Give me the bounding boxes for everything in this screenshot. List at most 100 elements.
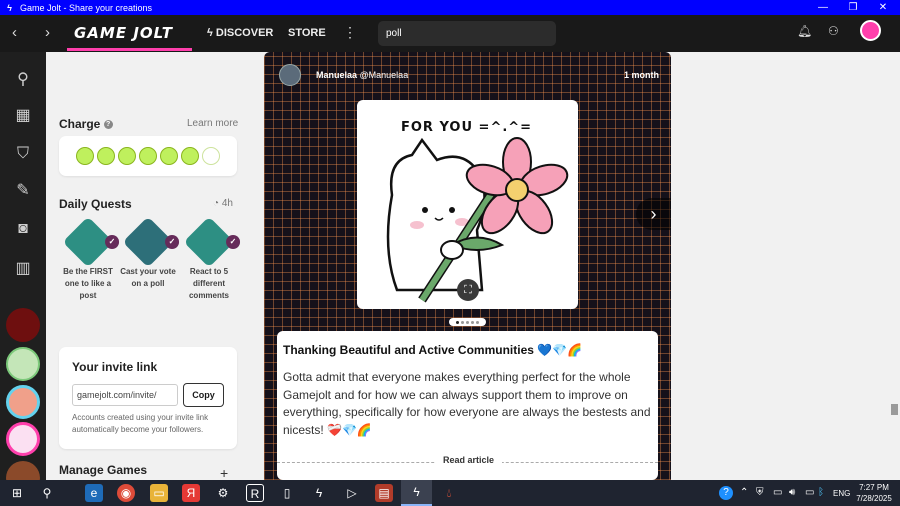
back-arrow-icon[interactable]: ‹ — [12, 24, 17, 41]
user-avatar[interactable] — [860, 20, 881, 41]
manage-games-title: Manage Games — [59, 463, 148, 477]
help-tray-icon[interactable]: ? — [719, 486, 733, 500]
slide-dot[interactable] — [461, 320, 464, 324]
library-icon[interactable]: ▥ — [11, 257, 35, 281]
community-bubble-1[interactable] — [6, 308, 40, 342]
yandex-icon[interactable]: Я — [182, 484, 200, 502]
clock[interactable]: 7:27 PM 7/28/2025 — [850, 482, 898, 504]
next-slide-arrow-icon[interactable]: › — [636, 198, 671, 230]
gamejolt-logo[interactable]: GAME JOLT — [74, 24, 173, 42]
post-author[interactable]: Manuelaa @Manuelaa — [316, 70, 408, 80]
charge-orb-full — [118, 147, 136, 165]
read-article-link[interactable]: Read article — [435, 455, 503, 465]
chrome-icon[interactable]: ◉ — [117, 484, 135, 502]
language-indicator[interactable]: ENG — [833, 489, 850, 498]
quest-heart-icon: ✓ — [62, 216, 120, 268]
minimize-button[interactable]: — — [808, 0, 838, 15]
chat-icon[interactable]: ◙ — [11, 217, 35, 241]
gamejolt-bolt-icon: ϟ — [413, 485, 420, 499]
invite-link-field[interactable]: gamejolt.com/invite/ — [72, 384, 178, 406]
slide-dot[interactable] — [466, 320, 469, 324]
community-bubble-2[interactable] — [6, 347, 40, 381]
quest-comment-icon: ✓ — [183, 216, 241, 268]
post-body: Thanking Beautiful and Active Communitie… — [277, 331, 658, 480]
search-input[interactable]: poll — [378, 21, 556, 46]
post-time: 1 month — [624, 70, 659, 80]
charge-orb-full — [76, 147, 94, 165]
discover-link[interactable]: ϟ DISCOVER — [207, 27, 273, 39]
daily-quests-title: Daily Quests — [59, 197, 132, 211]
forward-arrow-icon[interactable]: › — [45, 24, 50, 41]
community-bubble-3[interactable] — [6, 385, 40, 419]
winrar-icon[interactable]: ▤ — [375, 484, 393, 502]
check-icon: ✓ — [226, 235, 241, 249]
taskbar: ⊞ ⚲ e ◉ ▭ Я ⚙ R ▯ ϟ ▷ ▤ 💧︎ ? ⌃ ⛨ ▭ 🔊︎ ▭ … — [0, 480, 900, 506]
gamejolt-bolt-icon: ϟ — [7, 2, 12, 13]
check-icon: ✓ — [105, 235, 120, 249]
post-title[interactable]: Thanking Beautiful and Active Communitie… — [283, 343, 582, 357]
battery-icon[interactable]: ▭ — [805, 487, 814, 498]
learn-more-link[interactable]: Learn more — [187, 118, 238, 129]
roblox-icon[interactable]: R — [246, 484, 264, 502]
invite-card: Your invite link gamejolt.com/invite/ Co… — [59, 347, 237, 449]
network-icon[interactable]: ▭ — [773, 487, 782, 498]
slide-indicator — [449, 318, 486, 326]
quest-item[interactable]: ✓ React to 5 different comments — [181, 216, 241, 302]
charge-orb-full — [139, 147, 157, 165]
active-nav-indicator — [67, 48, 192, 51]
file-explorer-icon[interactable]: ▭ — [150, 484, 168, 502]
store-link[interactable]: STORE — [288, 27, 326, 39]
post-author-avatar[interactable] — [279, 64, 301, 86]
expand-media-icon[interactable]: ⛶ — [457, 279, 479, 301]
post-display-name: Manuelaa — [316, 70, 358, 80]
volume-icon[interactable]: 🔊︎ — [789, 487, 795, 498]
friends-icon[interactable]: ⚇ — [828, 24, 839, 38]
top-nav: ‹ › GAME JOLT ϟ DISCOVER STORE ⋮ poll 🔔︎… — [0, 15, 900, 52]
slide-dot-active[interactable] — [456, 320, 459, 324]
close-button[interactable]: ✕ — [868, 0, 898, 15]
more-menu-icon[interactable]: ⋮ — [343, 24, 357, 41]
search-icon[interactable]: ⚲ — [38, 484, 56, 502]
scrollbar[interactable] — [889, 52, 900, 480]
quest-item[interactable]: ✓ Cast your vote on a poll — [120, 216, 180, 290]
notifications-bell-icon[interactable]: 🔔︎ — [797, 24, 812, 38]
chevron-up-icon[interactable]: ⌃ — [740, 487, 748, 498]
store-icon[interactable]: ▦ — [11, 104, 35, 128]
post-username: @Manuelaa — [359, 70, 409, 80]
help-icon[interactable]: ? — [103, 120, 113, 130]
backpack-icon[interactable]: ⛉ — [11, 142, 35, 166]
community-bubble-4[interactable] — [6, 422, 40, 456]
post-card: Manuelaa @Manuelaa 1 month FOR YOU =^.^= — [264, 52, 671, 480]
quest-item[interactable]: ✓ Be the FIRST one to like a post — [60, 216, 120, 302]
defender-icon[interactable]: ⛨ — [756, 487, 764, 498]
gamejolt-app-icon[interactable]: ϟ — [310, 484, 328, 502]
invite-note: Accounts created using your invite link … — [72, 413, 209, 434]
activity-icon[interactable]: ⚲ — [11, 68, 35, 92]
charge-orb-empty — [202, 147, 220, 165]
post-text: Gotta admit that everyone makes everythi… — [283, 370, 651, 437]
media-player-icon[interactable]: ▷ — [343, 484, 361, 502]
copy-button[interactable]: Copy — [183, 383, 224, 407]
flame-app-icon[interactable]: 💧︎ — [440, 484, 458, 502]
post-media-image[interactable]: FOR YOU =^.^= — [357, 100, 578, 309]
document-icon[interactable]: ▯ — [278, 484, 296, 502]
maximize-button[interactable]: ❐ — [838, 0, 868, 15]
quest-timer: ◔ 4h — [213, 198, 233, 209]
quest-poll-icon: ✓ — [122, 216, 180, 268]
window-title: Game Jolt - Share your creations — [20, 2, 153, 13]
windows-start-icon[interactable]: ⊞ — [8, 484, 26, 502]
taskbar-active-app[interactable]: ϟ — [401, 480, 432, 506]
clock-time: 7:27 PM — [859, 483, 889, 492]
add-game-icon[interactable]: + — [220, 465, 228, 480]
window-titlebar: ϟ Game Jolt - Share your creations — ❐ ✕ — [0, 0, 900, 15]
charge-orb-full — [97, 147, 115, 165]
right-blank-area — [671, 52, 889, 480]
edge-icon[interactable]: e — [85, 484, 103, 502]
scrollbar-thumb[interactable] — [891, 404, 898, 415]
slide-dot[interactable] — [471, 320, 474, 324]
bolt-icon: ϟ — [207, 27, 216, 39]
bluetooth-icon[interactable]: ᛒ — [818, 487, 824, 498]
slide-dot[interactable] — [476, 320, 479, 324]
quests-icon[interactable]: ✎ — [11, 179, 35, 203]
settings-gear-icon[interactable]: ⚙ — [214, 484, 232, 502]
